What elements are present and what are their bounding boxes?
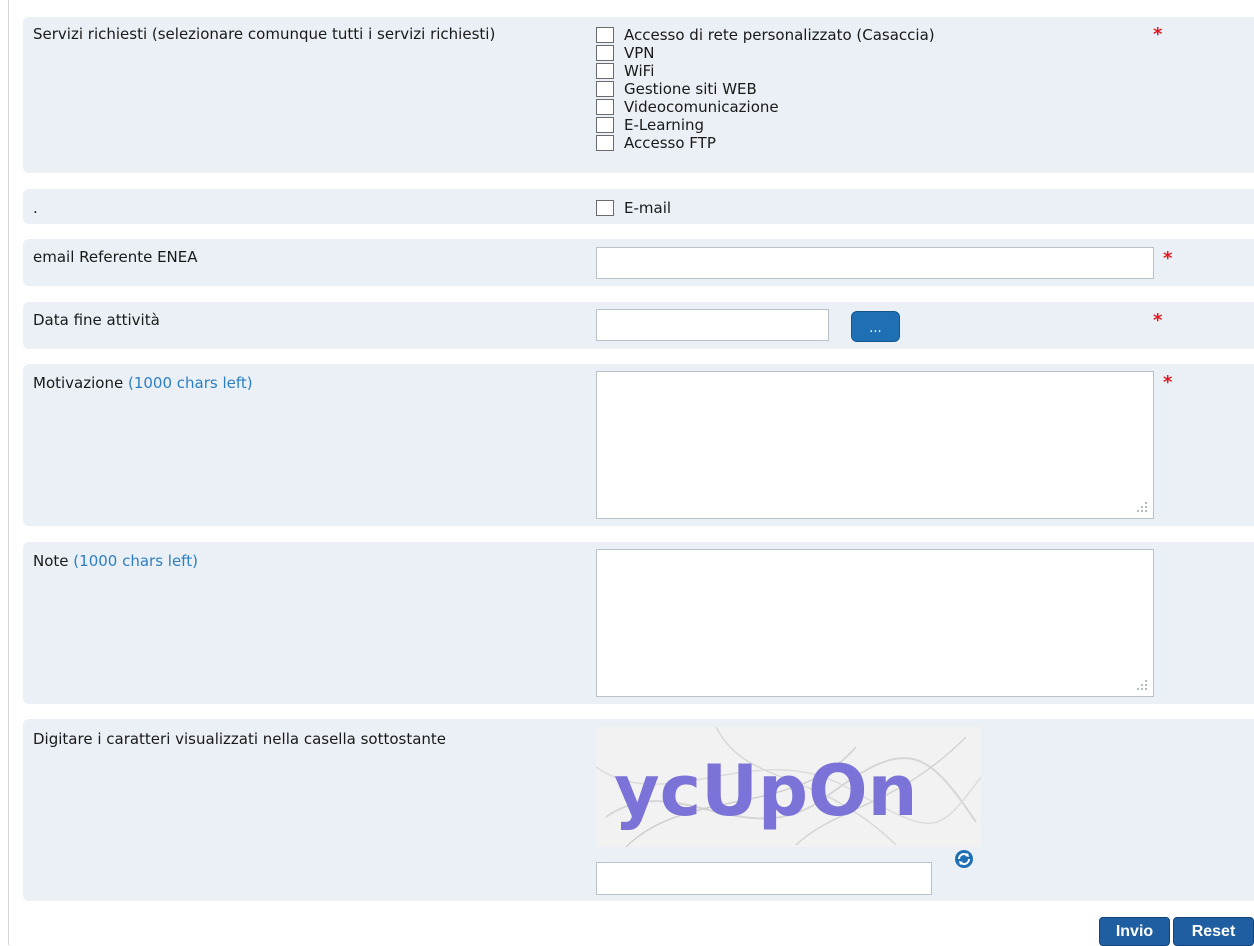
service-option-label: WiFi xyxy=(624,61,655,80)
page-left-border xyxy=(8,0,9,945)
notes-textarea[interactable] xyxy=(596,549,1154,697)
checkbox[interactable] xyxy=(596,99,614,115)
motivation-label-group: Motivazione (1000 chars left) xyxy=(33,375,553,392)
motivation-row: Motivazione (1000 chars left) * xyxy=(23,364,1254,526)
checkbox[interactable] xyxy=(596,135,614,151)
submit-button[interactable]: Invio xyxy=(1099,917,1170,946)
service-option-label: E-mail xyxy=(624,198,672,217)
service-option-email[interactable]: E-mail xyxy=(596,199,671,217)
service-option-network[interactable]: Accesso di rete personalizzato (Casaccia… xyxy=(596,26,935,44)
end-date-label: Data fine attività xyxy=(33,311,160,329)
captcha-noise-graphic: ycUpOn xyxy=(595,726,982,848)
service-option-ftp[interactable]: Accesso FTP xyxy=(596,134,935,152)
captcha-row: Digitare i caratteri visualizzati nella … xyxy=(23,719,1254,901)
captcha-input[interactable] xyxy=(596,862,932,895)
end-date-row: Data fine attività ... * xyxy=(23,302,1254,349)
required-marker: * xyxy=(1163,372,1173,393)
referent-email-input[interactable] xyxy=(596,247,1154,279)
captcha-characters: ycUpOn xyxy=(614,750,917,832)
email-service-label: . xyxy=(33,199,38,217)
captcha-label: Digitare i caratteri visualizzati nella … xyxy=(33,730,447,748)
service-option-label: VPN xyxy=(624,43,655,62)
service-option-label: Accesso FTP xyxy=(624,133,716,152)
service-option-elearning[interactable]: E-Learning xyxy=(596,116,935,134)
resize-grip-icon[interactable] xyxy=(1136,679,1148,691)
services-row: Servizi richiesti (selezionare comunque … xyxy=(23,17,1254,173)
reset-button[interactable]: Reset xyxy=(1173,917,1254,946)
notes-chars-left: (1000 chars left) xyxy=(73,552,198,570)
service-option-label: Accesso di rete personalizzato (Casaccia… xyxy=(624,25,935,44)
checkbox[interactable] xyxy=(596,81,614,97)
end-date-input[interactable] xyxy=(596,309,829,341)
required-marker: * xyxy=(1153,310,1163,331)
service-option-label: Gestione siti WEB xyxy=(624,79,757,98)
required-marker: * xyxy=(1153,24,1163,45)
service-option-web[interactable]: Gestione siti WEB xyxy=(596,80,935,98)
checkbox[interactable] xyxy=(596,27,614,43)
service-option-label: Videocomunicazione xyxy=(624,97,779,116)
email-service-checkbox-list: E-mail xyxy=(596,199,671,217)
referent-label: email Referente ENEA xyxy=(33,248,198,266)
required-marker: * xyxy=(1163,248,1173,269)
service-option-video[interactable]: Videocomunicazione xyxy=(596,98,935,116)
motivation-chars-left: (1000 chars left) xyxy=(127,374,253,392)
notes-label-group: Note (1000 chars left) xyxy=(33,553,553,570)
service-option-vpn[interactable]: VPN xyxy=(596,44,935,62)
motivation-label: Motivazione xyxy=(33,374,124,392)
date-picker-button[interactable]: ... xyxy=(851,311,900,342)
refresh-captcha-icon[interactable] xyxy=(953,848,975,870)
checkbox[interactable] xyxy=(596,200,614,216)
captcha-image: ycUpOn xyxy=(595,726,982,848)
services-label: Servizi richiesti (selezionare comunque … xyxy=(33,25,496,43)
resize-grip-icon[interactable] xyxy=(1136,501,1148,513)
motivation-textarea[interactable] xyxy=(596,371,1154,519)
services-checkbox-list: Accesso di rete personalizzato (Casaccia… xyxy=(596,26,935,152)
checkbox[interactable] xyxy=(596,117,614,133)
service-option-wifi[interactable]: WiFi xyxy=(596,62,935,80)
service-option-label: E-Learning xyxy=(624,115,705,134)
email-service-row: . E-mail xyxy=(23,189,1254,224)
checkbox[interactable] xyxy=(596,45,614,61)
notes-label: Note xyxy=(33,552,69,570)
checkbox[interactable] xyxy=(596,63,614,79)
notes-row: Note (1000 chars left) xyxy=(23,542,1254,704)
referent-row: email Referente ENEA * xyxy=(23,239,1254,286)
